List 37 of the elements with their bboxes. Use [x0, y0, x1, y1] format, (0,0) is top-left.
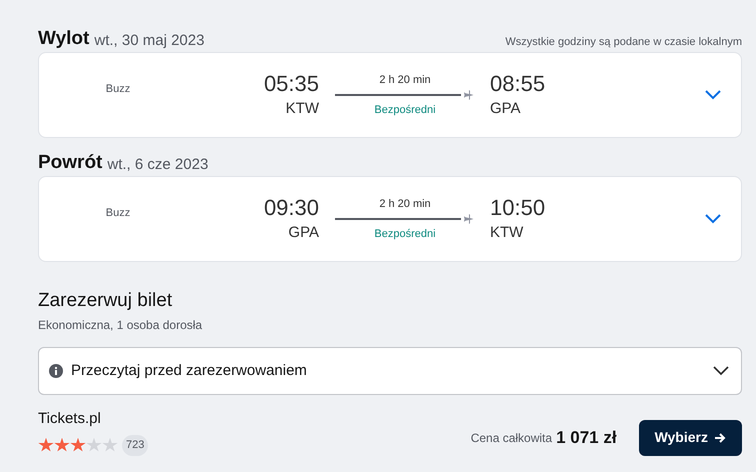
info-icon	[49, 364, 63, 378]
total-price: 1 071 zł	[556, 426, 617, 449]
arrow-right-icon	[714, 432, 726, 444]
price-label: Cena całkowita	[470, 430, 552, 446]
departure-airport: KTW	[286, 99, 319, 119]
flight-duration: 2 h 20 min	[379, 197, 431, 211]
leg-date: wt., 6 cze 2023	[107, 157, 208, 172]
stops-label: Bezpośredni	[374, 227, 436, 241]
leg-title: Wylot	[38, 29, 90, 48]
booking-subtitle: Ekonomiczna, 1 osoba dorosła	[38, 317, 204, 333]
flight-card[interactable]: Buzz 09:30 GPA 2 h 20 min Bezpośredni 10:50 KTW	[38, 176, 742, 262]
select-button[interactable]: Wybierz	[638, 420, 742, 456]
plane-icon	[463, 213, 475, 225]
arrival-time: 10:50	[490, 194, 546, 222]
booking-title: Zarezerwuj bilet	[38, 289, 174, 313]
departure-airport: GPA	[288, 223, 319, 243]
leg-title: Powrót	[38, 153, 102, 172]
flight-card[interactable]: Buzz 05:35 KTW 2 h 20 min Bezpośredni 08:55 GPA	[38, 52, 742, 138]
airline-name: Buzz	[106, 206, 130, 221]
review-count: 723	[122, 435, 148, 456]
airline-name: Buzz	[106, 82, 130, 97]
chevron-icon[interactable]	[705, 90, 721, 100]
timezone-note: Wszystkie godziny są podane w czasie lokalnym	[505, 37, 742, 48]
flight-duration: 2 h 20 min	[379, 73, 431, 87]
plane-icon	[463, 89, 475, 101]
departure-time: 09:30	[264, 194, 319, 222]
chevron-icon[interactable]	[705, 214, 721, 224]
departure-time: 05:35	[264, 70, 319, 98]
notice-dropdown[interactable]: Przeczytaj przed zarezerwowaniem	[38, 347, 742, 395]
arrival-airport: KTW	[490, 223, 524, 243]
notice-label: Przeczytaj przed zarezerwowaniem	[71, 360, 307, 381]
chevron-icon	[713, 366, 729, 376]
provider-name: Tickets.pl	[38, 409, 102, 429]
stops-label: Bezpośredni	[374, 103, 436, 117]
arrival-time: 08:55	[490, 70, 546, 98]
leg-date: wt., 30 maj 2023	[94, 33, 204, 48]
arrival-airport: GPA	[490, 99, 521, 119]
